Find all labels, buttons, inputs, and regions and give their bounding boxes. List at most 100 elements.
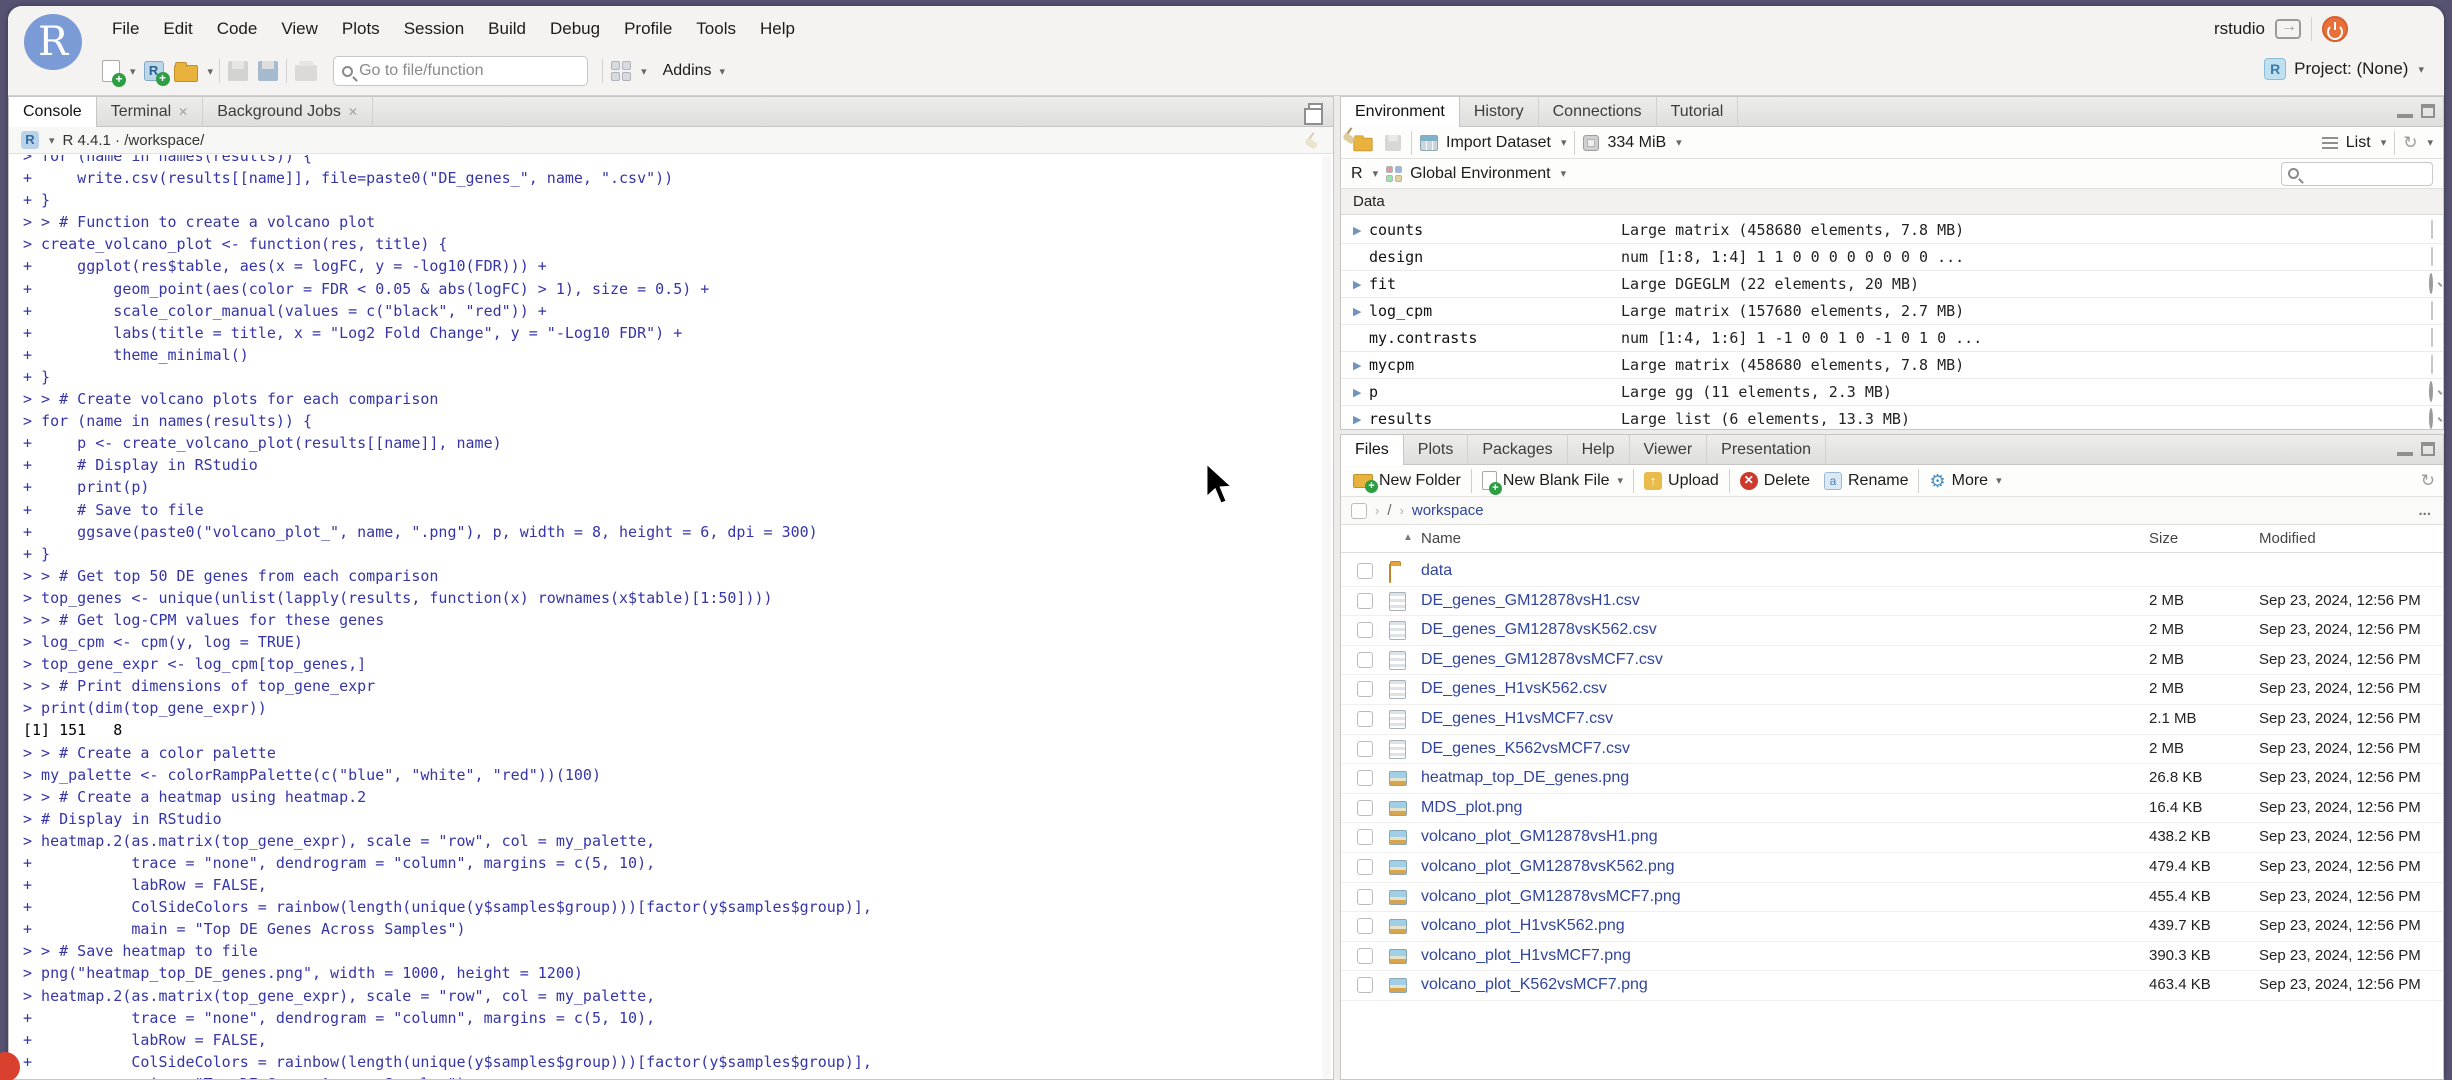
file-name-link[interactable]: DE_genes_GM12878vsK562.csv [1421, 621, 1657, 639]
file-checkbox[interactable] [1357, 918, 1373, 935]
file-checkbox[interactable] [1357, 710, 1373, 727]
column-header-size[interactable]: Size [2149, 530, 2178, 547]
close-icon[interactable]: ✕ [178, 105, 188, 119]
memory-usage-label[interactable]: 334 MiB [1607, 134, 1666, 152]
menu-item-plots[interactable]: Plots [330, 15, 392, 43]
close-icon[interactable]: ✕ [348, 105, 358, 119]
more-dropdown-icon[interactable]: ▾ [1996, 474, 2002, 487]
select-all-checkbox[interactable] [1351, 502, 1367, 519]
menu-item-profile[interactable]: Profile [612, 15, 684, 43]
delete-button[interactable]: ✕ Delete [1736, 471, 1814, 490]
file-row[interactable]: volcano_plot_H1vsMCF7.png 390.3 KB Sep 23,… [1341, 942, 2443, 972]
language-dropdown-icon[interactable]: ▾ [1373, 167, 1379, 180]
file-row[interactable]: DE_genes_H1vsMCF7.csv 2.1 MB Sep 23, 2024,… [1341, 705, 2443, 735]
console-output-area[interactable]: > for (name in names(results)) {+ write.… [9, 155, 1333, 1079]
menu-item-debug[interactable]: Debug [538, 15, 612, 43]
menu-item-help[interactable]: Help [748, 15, 807, 43]
expand-arrow-icon[interactable]: ▶ [1353, 359, 1369, 372]
more-button[interactable]: ⚙ More ▾ [1925, 472, 2005, 490]
view-table-icon[interactable] [2431, 355, 2433, 374]
memory-dropdown-icon[interactable]: ▾ [1676, 136, 1682, 149]
save-button[interactable] [226, 56, 250, 86]
view-table-icon[interactable] [2431, 328, 2433, 347]
menu-item-code[interactable]: Code [205, 15, 270, 43]
tab-console[interactable]: Console [9, 97, 97, 127]
r-version-dropdown-icon[interactable]: ▾ [49, 134, 55, 147]
file-name-link[interactable]: DE_genes_K562vsMCF7.csv [1421, 740, 1630, 758]
view-table-icon[interactable] [2431, 220, 2433, 239]
file-row[interactable]: DE_genes_H1vsK562.csv 2 MB Sep 23, 2024, 1… [1341, 675, 2443, 705]
pane-layout-dropdown-icon[interactable]: ▾ [641, 65, 647, 78]
tab-packages[interactable]: Packages [1468, 435, 1568, 464]
menu-item-tools[interactable]: Tools [684, 15, 748, 43]
file-checkbox[interactable] [1357, 799, 1373, 816]
open-recent-dropdown-icon[interactable]: ▾ [208, 65, 214, 78]
tab-background-jobs[interactable]: Background Jobs ✕ [203, 97, 373, 126]
file-row[interactable]: volcano_plot_GM12878vsK562.png 479.4 KB Se… [1341, 853, 2443, 883]
breadcrumb-more-button[interactable]: ... [2418, 502, 2431, 519]
expand-arrow-icon[interactable]: ▶ [1353, 278, 1369, 291]
upload-button[interactable]: ↑ Upload [1640, 471, 1723, 490]
breadcrumb-root[interactable]: / [1387, 502, 1391, 519]
file-name-link[interactable]: volcano_plot_H1vsK562.png [1421, 917, 1625, 935]
file-name-link[interactable]: DE_genes_GM12878vsH1.csv [1421, 592, 1640, 610]
addins-button[interactable]: Addins [663, 62, 712, 80]
import-dataset-dropdown-icon[interactable]: ▾ [1561, 136, 1567, 149]
maximize-pane-icon[interactable] [2421, 442, 2435, 456]
file-checkbox[interactable] [1357, 622, 1373, 639]
file-name-link[interactable]: volcano_plot_GM12878vsMCF7.png [1421, 888, 1681, 906]
print-button[interactable] [293, 56, 319, 86]
file-checkbox[interactable] [1357, 858, 1373, 875]
refresh-icon[interactable]: ↻ [2421, 472, 2435, 489]
inspect-object-icon[interactable] [2429, 273, 2433, 294]
tab-presentation[interactable]: Presentation [1707, 435, 1826, 464]
maximize-pane-icon[interactable] [2421, 104, 2435, 118]
project-dropdown-icon[interactable]: ▾ [2418, 63, 2424, 76]
environment-object-row[interactable]: ▶ log_cpm Large matrix (157680 elements, 2… [1341, 298, 2443, 325]
sign-out-icon[interactable] [2275, 18, 2301, 39]
file-checkbox[interactable] [1357, 592, 1373, 609]
file-name-link[interactable]: volcano_plot_K562vsMCF7.png [1421, 976, 1648, 994]
file-row[interactable]: volcano_plot_K562vsMCF7.png 463.4 KB Sep 2… [1341, 971, 2443, 1001]
power-button-icon[interactable] [2322, 16, 2348, 42]
file-name-link[interactable]: volcano_plot_GM12878vsH1.png [1421, 828, 1658, 846]
menu-item-view[interactable]: View [269, 15, 330, 43]
file-name-link[interactable]: DE_genes_GM12878vsMCF7.csv [1421, 651, 1663, 669]
rename-button[interactable]: a Rename [1820, 471, 1912, 490]
file-row[interactable]: DE_genes_GM12878vsK562.csv 2 MB Sep 23, 20… [1341, 616, 2443, 646]
new-file-dropdown-icon[interactable]: ▾ [130, 65, 136, 78]
menu-item-session[interactable]: Session [392, 15, 476, 43]
file-row[interactable]: DE_genes_GM12878vsMCF7.csv 2 MB Sep 23, 20… [1341, 646, 2443, 676]
new-blank-file-button[interactable]: New Blank File ▾ [1478, 471, 1627, 495]
tab-viewer[interactable]: Viewer [1630, 435, 1708, 464]
file-name-link[interactable]: data [1421, 562, 1452, 580]
load-workspace-icon[interactable] [1353, 135, 1373, 152]
language-selector[interactable]: R [1351, 165, 1363, 183]
new-blank-file-dropdown-icon[interactable]: ▾ [1618, 474, 1624, 487]
environment-search-input[interactable] [2281, 161, 2433, 186]
environment-object-row[interactable]: ▶ counts Large matrix (458680 elements, 7.… [1341, 217, 2443, 244]
inspect-object-icon[interactable] [2429, 381, 2433, 402]
file-row[interactable]: volcano_plot_GM12878vsH1.png 438.2 KB Sep … [1341, 823, 2443, 853]
project-selector[interactable]: Project: (None) [2294, 59, 2408, 79]
minimize-pane-icon[interactable] [2397, 444, 2413, 456]
tab-connections[interactable]: Connections [1539, 97, 1657, 126]
file-checkbox[interactable] [1357, 829, 1373, 846]
file-checkbox[interactable] [1357, 947, 1373, 964]
tab-environment[interactable]: Environment [1341, 97, 1460, 127]
menu-item-file[interactable]: File [100, 15, 151, 43]
file-name-link[interactable]: DE_genes_H1vsK562.csv [1421, 680, 1607, 698]
refresh-dropdown-icon[interactable]: ▾ [2427, 136, 2433, 149]
expand-arrow-icon[interactable]: ▶ [1353, 305, 1369, 318]
environment-selector[interactable]: Global Environment [1410, 165, 1551, 183]
environment-object-row[interactable]: ▶ mycpm Large matrix (458680 elements, 7.8… [1341, 352, 2443, 379]
expand-arrow-icon[interactable]: ▶ [1353, 224, 1369, 237]
clear-environment-icon[interactable] [1690, 135, 1706, 151]
menu-item-edit[interactable]: Edit [151, 15, 204, 43]
environment-dropdown-icon[interactable]: ▾ [1561, 167, 1567, 180]
menu-item-build[interactable]: Build [476, 15, 538, 43]
file-row[interactable]: data [1341, 557, 2443, 587]
column-header-name[interactable]: Name [1421, 530, 1461, 547]
new-folder-button[interactable]: New Folder [1349, 472, 1465, 493]
open-file-button[interactable] [172, 56, 200, 86]
